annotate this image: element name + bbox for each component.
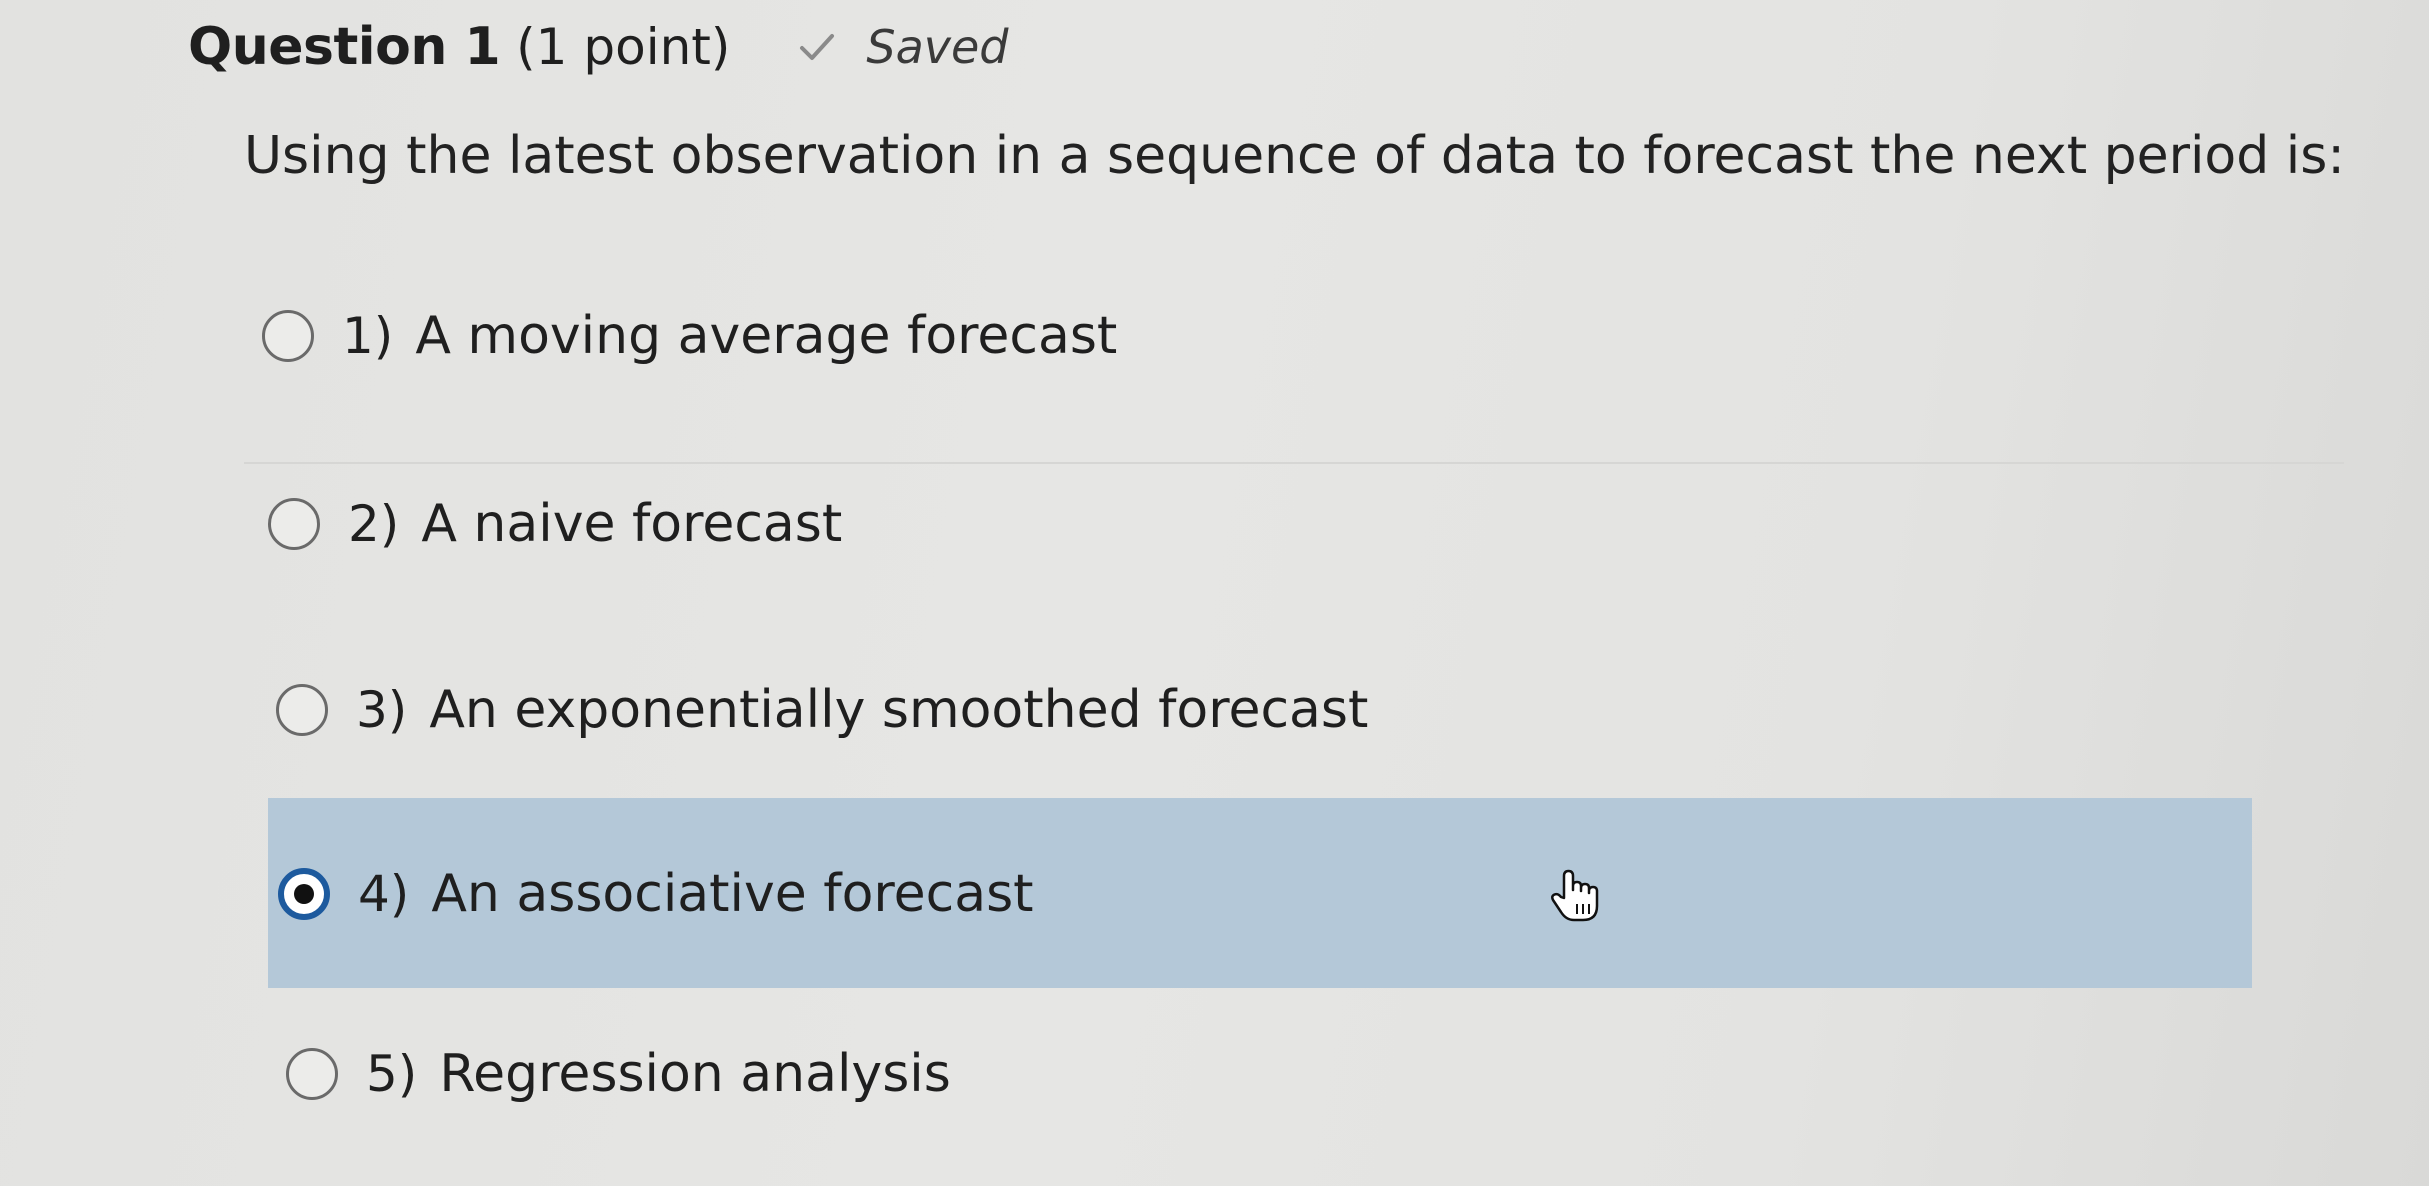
radio-button[interactable] bbox=[262, 310, 314, 362]
question-prompt: Using the latest observation in a sequen… bbox=[244, 126, 2345, 186]
answer-option-3[interactable]: 3) An exponentially smoothed forecast bbox=[276, 650, 1368, 770]
answer-option-4[interactable]: 4) An associative forecast bbox=[278, 834, 1034, 954]
radio-button[interactable] bbox=[286, 1048, 338, 1100]
option-number: 3) bbox=[356, 681, 408, 739]
answer-option-5[interactable]: 5) Regression analysis bbox=[286, 1014, 951, 1134]
option-number: 5) bbox=[366, 1045, 418, 1103]
answer-option-2[interactable]: 2) A naive forecast bbox=[268, 464, 842, 584]
question-header: Question 1 (1 point) Saved bbox=[188, 12, 1009, 82]
option-label: A naive forecast bbox=[421, 494, 843, 554]
radio-button[interactable] bbox=[276, 684, 328, 736]
option-number: 1) bbox=[342, 307, 394, 365]
question-title: Question 1 bbox=[188, 17, 501, 77]
hand-cursor-icon bbox=[1551, 869, 1599, 922]
answer-option-1[interactable]: 1) A moving average forecast bbox=[262, 276, 1117, 396]
radio-button[interactable] bbox=[268, 498, 320, 550]
option-label: An associative forecast bbox=[431, 864, 1034, 924]
option-label: Regression analysis bbox=[439, 1044, 951, 1104]
radio-button-selected[interactable] bbox=[278, 868, 330, 920]
option-number: 4) bbox=[358, 865, 410, 923]
check-icon bbox=[800, 34, 835, 60]
option-label: A moving average forecast bbox=[415, 306, 1118, 366]
option-number: 2) bbox=[348, 495, 400, 553]
saved-status-text: Saved bbox=[866, 20, 1009, 74]
question-points: (1 point) bbox=[516, 18, 731, 76]
option-label: An exponentially smoothed forecast bbox=[429, 680, 1369, 740]
save-status: Saved bbox=[794, 20, 1009, 74]
